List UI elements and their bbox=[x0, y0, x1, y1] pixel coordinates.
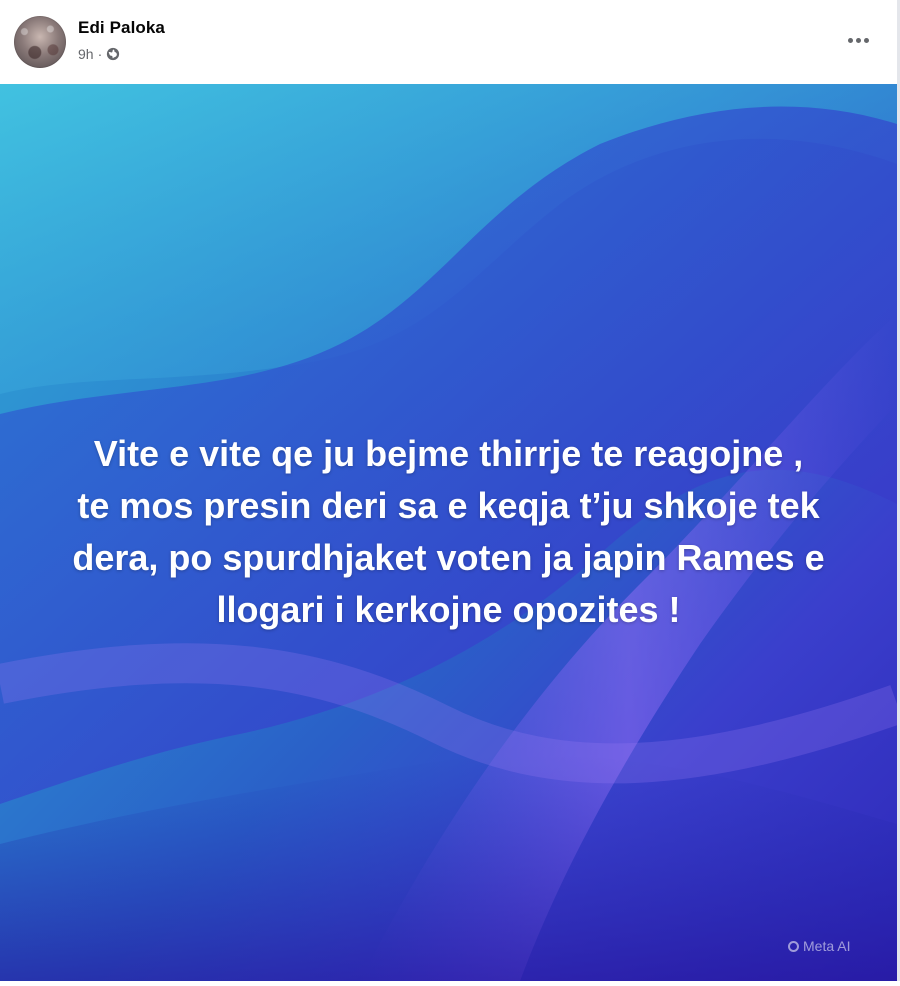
post-timestamp[interactable]: 9h bbox=[78, 46, 94, 62]
author-name[interactable]: Edi Paloka bbox=[78, 18, 165, 38]
post-text-line: llogari i kerkojne opozites ! bbox=[216, 589, 681, 630]
more-options-icon bbox=[847, 37, 853, 43]
author-avatar[interactable] bbox=[14, 16, 66, 68]
post-text-line: Vite e vite qe ju bejme thirrje te reago… bbox=[93, 433, 804, 474]
meta-ai-watermark: Meta AI bbox=[788, 938, 850, 954]
meta-ai-icon bbox=[788, 940, 799, 952]
post-footer-gap bbox=[0, 981, 900, 986]
post-text: Vite e vite qe ju bejme thirrje te reago… bbox=[30, 428, 867, 636]
watermark-label: Meta AI bbox=[803, 938, 851, 954]
meta-separator: · bbox=[97, 46, 103, 62]
more-options-button[interactable] bbox=[838, 22, 878, 58]
post-text-line: te mos presin deri sa e keqja t’ju shkoj… bbox=[77, 485, 820, 526]
post-meta: 9h · bbox=[78, 44, 120, 64]
post-image[interactable]: Vite e vite qe ju bejme thirrje te reago… bbox=[0, 84, 897, 981]
facebook-post: Edi Paloka 9h · Vite e vite qe ju bejme … bbox=[0, 0, 900, 986]
post-header: Edi Paloka 9h · bbox=[0, 0, 900, 84]
post-text-line: dera, po spurdhjaket voten ja japin Rame… bbox=[72, 537, 825, 578]
globe-icon bbox=[107, 47, 120, 61]
